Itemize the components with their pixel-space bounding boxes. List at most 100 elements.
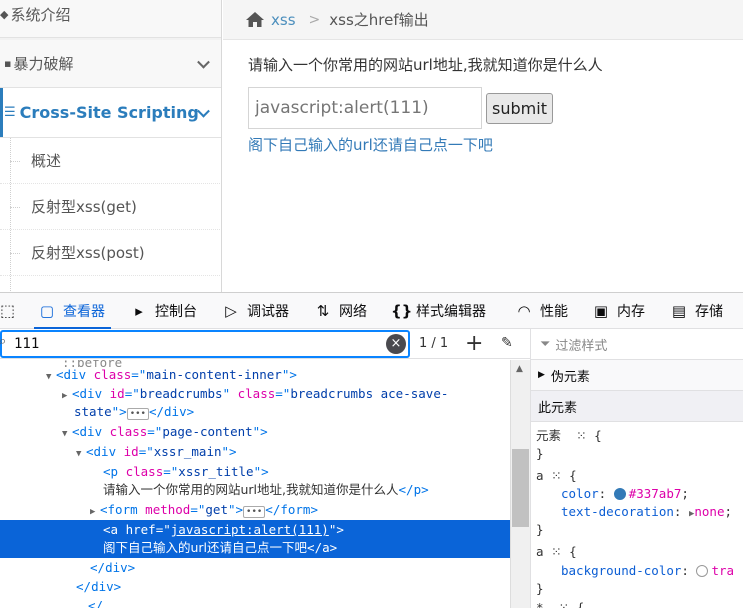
rule-element[interactable]: 元素 ⁙ { xyxy=(536,427,602,445)
chevron-down-icon xyxy=(197,55,210,69)
page-title: 请输入一个你常用的网站url地址,我就知道你是什么人 xyxy=(248,56,603,74)
grid-icon: ⁙ xyxy=(551,468,562,483)
filter-icon: ⏷ xyxy=(540,336,551,352)
tab-label: 存储 xyxy=(695,303,723,320)
tree-node-xssr-main[interactable]: ▼ <div id="xssr_main"> xyxy=(76,442,237,461)
sidebar-subitem-partial[interactable] xyxy=(0,276,221,292)
tree-node-partial: </ xyxy=(88,598,104,608)
chevron-down-icon xyxy=(197,104,210,118)
transparent-swatch-icon[interactable] xyxy=(696,565,709,577)
sidebar-subitem-reflected-get[interactable]: 反射型xss(get) xyxy=(0,184,221,230)
tree-node-page-content[interactable]: ▼ <div class="page-content"> xyxy=(62,422,268,441)
collapsed-content-icon[interactable]: ••• xyxy=(126,408,149,420)
devtools-toolbar: ⬚ ▢ 查看器 ▸ 控制台 ▷ 调试器 ⇅ 网络 {} 样式编辑器 ◠ 性能 ▣… xyxy=(0,293,743,329)
tab-label: 样式编辑器 xyxy=(416,303,486,320)
sidebar-item-system-intro[interactable]: ◆ 系统介绍 xyxy=(0,0,221,38)
tree-node-anchor-selected[interactable]: <a href="javascript:alert(111)"> xyxy=(103,520,344,539)
color-swatch-icon[interactable] xyxy=(613,488,626,500)
tree-node-form[interactable]: ▶ <form method="get"> ••• </form> xyxy=(90,500,318,519)
sidebar-subitem-label: 反射型xss(get) xyxy=(31,198,137,216)
tab-network[interactable]: ⇅ 网络 xyxy=(314,293,367,328)
tree-node-breadcrumbs-cont: state"> ••• </div> xyxy=(74,404,195,420)
memory-icon: ▣ xyxy=(593,301,609,320)
tab-label: 内存 xyxy=(617,303,645,320)
pseudo-elements-header[interactable]: ▶ 伪元素 xyxy=(531,360,743,391)
expand-icon[interactable]: ▼ xyxy=(76,445,86,464)
collapse-icon: ▶ xyxy=(538,370,545,380)
url-input[interactable] xyxy=(248,87,482,129)
storage-icon: ▤ xyxy=(671,301,687,320)
tree-node-xssr-title-text: 请输入一个你常用的网站url地址,我就知道你是什么人</p> xyxy=(103,482,429,497)
this-element-label: 此元素 xyxy=(538,400,578,416)
filter-styles-input[interactable]: ⏷ 过滤样式 xyxy=(531,329,743,360)
scroll-up-icon[interactable]: ▲ xyxy=(516,364,523,374)
rules-panel: ⏷ 过滤样式 ▶ 伪元素 此元素 元素 ⁙ { } a ⁙ { color: #… xyxy=(530,329,743,608)
tree-node-main-content-inner[interactable]: ▼ <div class="main-content-inner"> xyxy=(46,365,297,384)
markup-search-row: ⌕ 111 × 1 / 1 + ✎ xyxy=(0,329,530,359)
tab-storage[interactable]: ▤ 存储 xyxy=(670,293,723,328)
tab-performance[interactable]: ◠ 性能 xyxy=(515,293,568,328)
breadcrumb-current: xss之href输出 xyxy=(329,11,429,29)
sidebar: ◆ 系统介绍 ▪ 暴力破解 ☰ Cross-Site Scripting 概述 … xyxy=(0,0,222,292)
tab-label: 调试器 xyxy=(247,303,289,320)
tab-memory[interactable]: ▣ 内存 xyxy=(592,293,645,328)
tab-debugger[interactable]: ▷ 调试器 xyxy=(222,293,289,328)
sidebar-subitem-label: 概述 xyxy=(31,152,62,170)
this-element-header: 此元素 xyxy=(531,391,743,422)
breadcrumb-link-xss[interactable]: xss xyxy=(271,11,296,29)
sidebar-item-label: 系统介绍 xyxy=(10,6,71,24)
collapsed-content-icon[interactable]: ••• xyxy=(243,506,266,518)
submit-button[interactable]: submit xyxy=(486,93,553,124)
rule-universal[interactable]: * ⁙ { xyxy=(536,599,584,608)
grid-icon: ⁙ xyxy=(558,600,570,608)
search-query: 111 xyxy=(14,336,40,352)
eyedropper-icon[interactable]: ✎ xyxy=(501,335,513,351)
performance-icon: ◠ xyxy=(517,301,531,320)
markup-scrollbar[interactable]: ▲ xyxy=(510,360,530,608)
style-editor-icon: {} xyxy=(391,301,413,320)
tab-label: 网络 xyxy=(339,303,367,320)
expand-icon[interactable]: ▼ xyxy=(62,425,72,444)
tab-style-editor[interactable]: {} 样式编辑器 xyxy=(391,293,486,328)
rule-a-1-close: } xyxy=(536,522,544,537)
rule-element-close: } xyxy=(536,446,544,461)
sidebar-subitem-reflected-post[interactable]: 反射型xss(post) xyxy=(0,230,221,276)
element-picker-icon[interactable]: ⬚ xyxy=(0,301,15,320)
rule-a-2-bgcolor[interactable]: background-color: tra xyxy=(561,562,734,580)
sidebar-item-xss[interactable]: ☰ Cross-Site Scripting xyxy=(0,88,221,138)
tree-node-breadcrumbs[interactable]: ▶ <div id="breadcrumbs" class="breadcrumb… xyxy=(62,384,448,403)
debugger-icon: ▷ xyxy=(225,301,237,320)
caret-icon: ◆ xyxy=(0,8,9,21)
clear-search-icon[interactable]: × xyxy=(386,334,406,354)
list-icon: ☰ xyxy=(4,105,16,120)
rule-a-2[interactable]: a ⁙ { xyxy=(536,543,577,561)
rule-a-1[interactable]: a ⁙ { xyxy=(536,467,577,485)
rule-a-2-close: } xyxy=(536,581,544,596)
collapse-icon[interactable]: ▶ xyxy=(62,387,72,406)
scrollbar-thumb[interactable] xyxy=(512,449,529,527)
sidebar-subitem-overview[interactable]: 概述 xyxy=(0,138,221,184)
match-count: 1 / 1 xyxy=(419,336,449,351)
search-icon: ⌕ xyxy=(0,334,7,349)
tab-inspector[interactable]: ▢ 查看器 xyxy=(34,293,111,329)
lock-icon: ▪ xyxy=(4,57,12,70)
rule-a-1-decoration[interactable]: text-decoration: ▶none; xyxy=(561,503,732,521)
sidebar-item-brute-force[interactable]: ▪ 暴力破解 xyxy=(0,40,221,88)
home-icon[interactable] xyxy=(245,11,265,28)
tab-console[interactable]: ▸ 控制台 xyxy=(130,293,197,328)
inspector-icon: ▢ xyxy=(39,301,55,320)
result-link[interactable]: 阁下自己输入的url还请自己点一下吧 xyxy=(248,134,493,155)
grid-icon: ⁙ xyxy=(551,544,562,559)
tree-node-close-xssr-main: </div> xyxy=(90,560,136,575)
expand-icon[interactable]: ▼ xyxy=(46,368,56,387)
tree-node-xssr-title[interactable]: <p class="xssr_title"> xyxy=(103,462,269,481)
add-node-icon[interactable]: + xyxy=(465,331,483,356)
rule-a-1-color[interactable]: color: #337ab7; xyxy=(561,485,689,503)
sidebar-subitem-label: 反射型xss(post) xyxy=(31,244,145,262)
markup-search-input[interactable]: ⌕ 111 × xyxy=(0,330,410,358)
pseudo-header-label: 伪元素 xyxy=(550,369,590,385)
devtools-panel: ⬚ ▢ 查看器 ▸ 控制台 ▷ 调试器 ⇅ 网络 {} 样式编辑器 ◠ 性能 ▣… xyxy=(0,292,743,608)
tab-label: 查看器 xyxy=(63,303,105,320)
breadcrumb: xss > xss之href输出 xyxy=(223,0,743,40)
tree-node-close-page-content: </div> xyxy=(76,579,122,594)
